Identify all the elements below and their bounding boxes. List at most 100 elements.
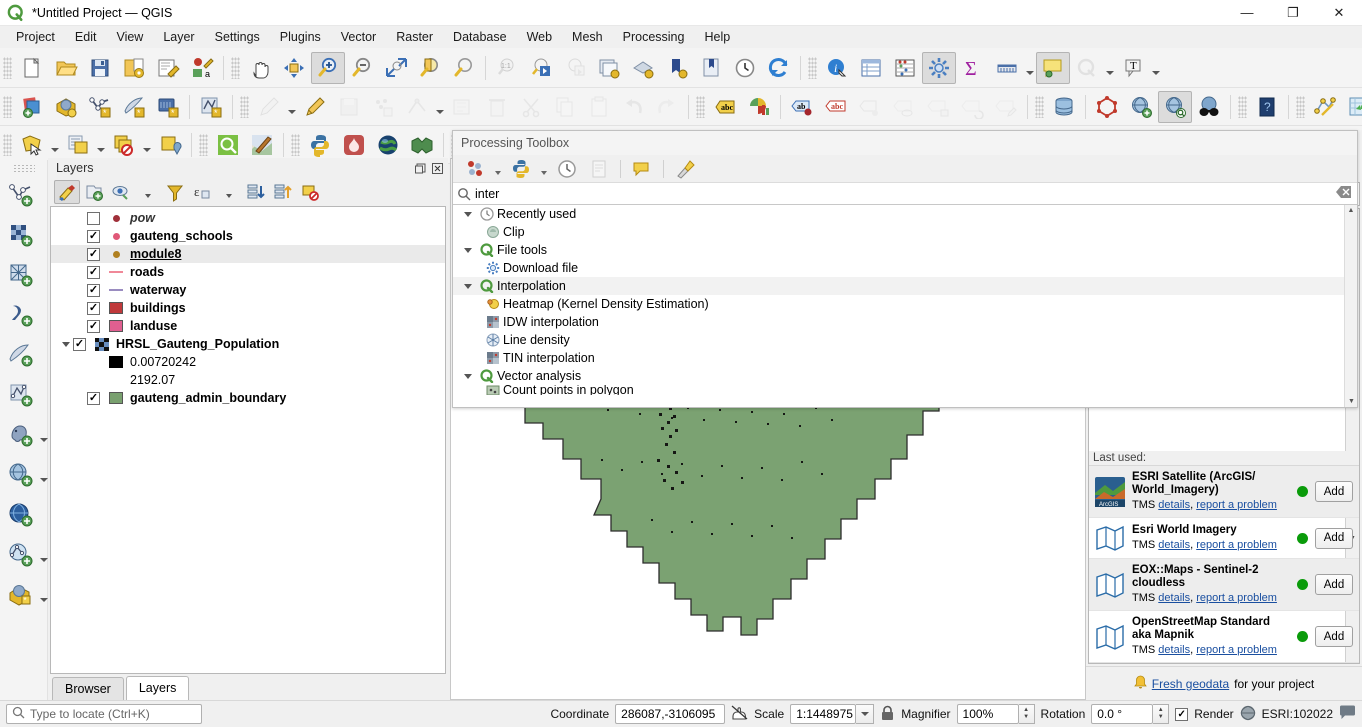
report-problem-link[interactable]: report a problem	[1196, 539, 1277, 551]
processing-edit-icon[interactable]	[628, 157, 656, 181]
pan-map-icon[interactable]	[243, 52, 277, 84]
tree-item-count-points-in-polygon[interactable]: Count points in polygon	[453, 385, 1357, 395]
measure-dropdown-caret[interactable]	[1024, 52, 1036, 84]
open-project-icon[interactable]	[49, 52, 83, 84]
annotation-dropdown-caret[interactable]	[1104, 52, 1116, 84]
toggle-editing-caret[interactable]	[286, 91, 298, 123]
zoom-full-icon[interactable]	[379, 52, 413, 84]
menu-project[interactable]: Project	[6, 28, 65, 46]
layer-checkbox[interactable]: ✓	[87, 265, 100, 279]
layer-row-landuse[interactable]: ✓ landuse	[51, 317, 445, 335]
toggle-extents-icon[interactable]	[731, 704, 748, 724]
temporal-controller-icon[interactable]	[728, 52, 762, 84]
tree-item-download-file[interactable]: Download file	[453, 259, 1357, 277]
expand-collapse-icon[interactable]	[459, 284, 477, 289]
list-item[interactable]: ArcGIS ESRI Satellite (ArcGIS/ World_Ima…	[1089, 466, 1359, 518]
add-delimited-text-layer-icon[interactable]	[4, 298, 38, 332]
add-vector-layer-icon[interactable]	[4, 178, 38, 212]
tree-item-clip[interactable]: Clip	[453, 223, 1357, 241]
render-checkbox[interactable]: ✓	[1175, 707, 1189, 721]
layer-row-buildings[interactable]: ✓ buildings	[51, 299, 445, 317]
style-manager-icon[interactable]: a	[185, 52, 219, 84]
processing-models-icon[interactable]	[461, 157, 489, 181]
processing-toolbox-icon[interactable]	[922, 51, 956, 84]
maximize-button[interactable]: ❐	[1270, 0, 1316, 26]
filter-legend-expression-icon[interactable]: ε	[189, 180, 215, 204]
menu-layer[interactable]: Layer	[153, 28, 204, 46]
add-button[interactable]: Add	[1315, 574, 1353, 595]
processing-history-icon[interactable]	[553, 157, 581, 181]
pin-labels-icon[interactable]: ab	[785, 91, 819, 123]
close-button[interactable]: ✕	[1316, 0, 1362, 26]
add-layer-icon[interactable]	[15, 91, 49, 123]
add-spatialite-layer-icon[interactable]	[4, 338, 38, 372]
tree-group-interpolation[interactable]: Interpolation	[453, 277, 1357, 295]
crs-globe-icon[interactable]	[1240, 705, 1256, 724]
db-manager-icon[interactable]	[1047, 91, 1081, 123]
add-raster-layer-icon[interactable]	[4, 218, 38, 252]
highlight-labels-icon[interactable]: abc	[819, 91, 853, 123]
toolbar-grip[interactable]	[12, 164, 35, 172]
new-project-icon[interactable]	[15, 52, 49, 84]
toolbox-scrollbar[interactable]: ▲ ▼	[1344, 205, 1357, 407]
open-layer-styling-panel-icon[interactable]	[54, 180, 80, 204]
menu-edit[interactable]: Edit	[65, 28, 107, 46]
pan-to-selection-icon[interactable]	[277, 52, 311, 84]
plugin-manager-icon[interactable]	[337, 129, 371, 161]
menu-help[interactable]: Help	[694, 28, 740, 46]
list-item[interactable]: Esri World Imagery TMS details, report a…	[1089, 518, 1359, 559]
menu-web[interactable]: Web	[517, 28, 562, 46]
label-layer-icon[interactable]: abc	[708, 91, 742, 123]
toolbar-grip[interactable]	[291, 133, 300, 156]
select-features-caret[interactable]	[49, 129, 61, 161]
qms-search-icon[interactable]	[1158, 90, 1192, 123]
select-expression-caret[interactable]	[95, 129, 107, 161]
add-button[interactable]: Add	[1315, 626, 1353, 647]
fresh-geodata-link[interactable]: Fresh geodata	[1152, 677, 1229, 691]
new-3d-map-view-icon[interactable]	[626, 52, 660, 84]
menu-mesh[interactable]: Mesh	[562, 28, 613, 46]
expand-collapse-icon[interactable]	[459, 212, 477, 217]
manage-map-themes-icon[interactable]	[108, 180, 134, 204]
scripts-caret[interactable]	[539, 157, 549, 181]
select-value-icon[interactable]	[153, 129, 187, 161]
magnifier-value[interactable]: 100%	[956, 704, 1019, 724]
layer-row-module8[interactable]: ✓ module8	[51, 245, 445, 263]
details-link[interactable]: details	[1158, 592, 1190, 604]
layer-row-hrsl-gauteng-population[interactable]: ✓ HRSL_Gauteng_Population	[51, 335, 445, 353]
qgis2web-icon[interactable]	[1308, 91, 1342, 123]
layer-row-waterway[interactable]: ✓ waterway	[51, 281, 445, 299]
qgis2web-export-icon[interactable]	[405, 129, 439, 161]
tab-browser[interactable]: Browser	[52, 677, 124, 700]
plugin-qms-icon[interactable]	[211, 129, 245, 161]
osm-place-search-icon[interactable]	[1192, 91, 1226, 123]
scale-value[interactable]: 1:1448975	[790, 704, 857, 724]
layer-checkbox[interactable]: ✓	[87, 391, 100, 405]
expand-collapse-icon[interactable]	[59, 342, 73, 347]
toolbar-grip[interactable]	[1296, 95, 1305, 118]
zoom-selection-icon[interactable]	[413, 52, 447, 84]
rotation-value[interactable]: 0.0 °	[1091, 704, 1154, 724]
tree-group-recently-used[interactable]: Recently used	[453, 205, 1357, 223]
layer-row-gauteng-schools[interactable]: ✓ gauteng_schools	[51, 227, 445, 245]
diagram-icon[interactable]	[742, 91, 776, 123]
list-item[interactable]: EOX::Maps - Sentinel-2 cloudless TMS det…	[1089, 559, 1359, 611]
refresh-table-icon[interactable]	[1342, 91, 1362, 123]
current-edits-icon[interactable]	[298, 91, 332, 123]
layer-checkbox[interactable]: ✓	[73, 337, 86, 351]
toolbar-grip[interactable]	[1238, 95, 1247, 118]
menu-settings[interactable]: Settings	[205, 28, 270, 46]
collapse-all-icon[interactable]	[270, 180, 296, 204]
add-vectortile-layer-icon[interactable]	[4, 378, 38, 412]
add-wms-layer-icon[interactable]	[49, 91, 83, 123]
select-by-expression-icon[interactable]	[61, 129, 95, 161]
toolbar-grip[interactable]	[808, 56, 817, 79]
topology-checker-icon[interactable]	[1090, 91, 1124, 123]
rotation-stepper[interactable]: ▲ ▼	[1153, 704, 1170, 724]
statistical-summary-icon[interactable]	[888, 52, 922, 84]
lock-icon[interactable]	[880, 705, 895, 724]
processing-algorithms-tree[interactable]: ▲ ▼ Recently used Clip File tools Downlo…	[453, 205, 1357, 407]
layer-row-roads[interactable]: ✓ roads	[51, 263, 445, 281]
add-postgis-layer-icon[interactable]	[4, 418, 38, 452]
menu-database[interactable]: Database	[443, 28, 517, 46]
